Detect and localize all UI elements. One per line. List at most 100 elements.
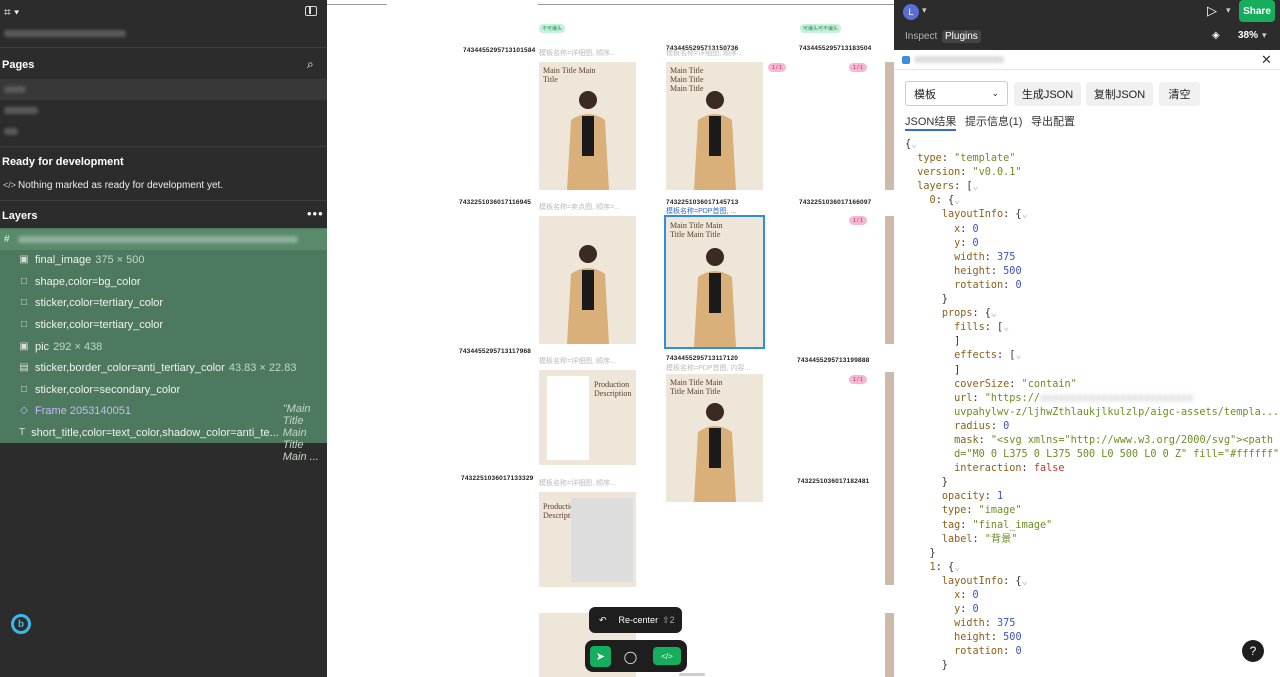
recenter-button[interactable]: ↶ Re-center ⇧2 — [589, 607, 682, 633]
dev-mode-toggle-icon[interactable]: </> — [653, 647, 681, 665]
template-id: 7432251036017182481 — [797, 478, 870, 485]
template-caption: 模板名称=卖点图, 顺序=... — [539, 204, 620, 211]
plugin-logo-icon[interactable]: b — [11, 614, 31, 634]
card-title: Production Description — [543, 502, 581, 520]
chevron-down-icon[interactable]: ▾ — [922, 5, 927, 16]
generate-json-button[interactable]: 生成JSON — [1014, 82, 1081, 106]
layer-meta: "Main Title Main Title Main ... — [282, 402, 319, 463]
layer-item[interactable]: □ sticker,color=secondary_color — [0, 379, 327, 400]
model-image — [694, 403, 736, 502]
rectangle-icon: □ — [20, 319, 28, 330]
component-icon: ◇ — [20, 405, 28, 416]
layer-label: pic — [35, 340, 50, 353]
layer-label: final_image — [35, 253, 92, 266]
layers-panel: ⌗ ▾ Pages ⌕ Ready for development </> No… — [0, 0, 327, 677]
template-caption: 模板名称=详细图, 顺序... — [539, 50, 616, 57]
layer-label: short_title,color=text_color,shadow_colo… — [31, 426, 279, 439]
template-card[interactable]: Main Title Main Title Main Title — [666, 62, 763, 190]
template-id: 7434455295713199888 — [797, 357, 870, 364]
file-header: ⌗ ▾ — [0, 0, 327, 48]
more-icon[interactable]: ••• — [307, 206, 324, 221]
template-card[interactable]: Main Title Main Title Main Title — [666, 374, 763, 502]
page-badge: 1 / 1 — [849, 216, 867, 225]
ready-message: Nothing marked as ready for development … — [18, 180, 224, 191]
chevron-down-icon: ⌄ — [991, 88, 999, 98]
layer-item[interactable]: □ shape,color=bg_color — [0, 271, 327, 292]
page-badge: 1 / 1 — [849, 63, 867, 72]
tab-json-result[interactable]: JSON结果 — [905, 113, 957, 131]
template-id: 7432251036017166097 — [799, 199, 872, 206]
inspect-panel: L ▾ ▷ ▾ Share Inspect Plugins ◈ 38% ▾ ✕ … — [894, 0, 1280, 677]
tab-inspect[interactable]: Inspect — [905, 31, 937, 42]
layer-item[interactable]: ▤ sticker,border_color=anti_tertiary_col… — [0, 357, 327, 378]
undo-arrow-icon: ↶ — [599, 614, 607, 625]
tab-export-config[interactable]: 导出配置 — [1031, 113, 1075, 129]
template-id: 7432251036017145713 — [666, 199, 739, 206]
status-tag: 可编头可不编头 — [800, 24, 842, 33]
rectangle-icon: □ — [20, 276, 28, 287]
model-image — [567, 91, 609, 190]
template-select[interactable]: 模板 ⌄ — [905, 81, 1008, 106]
copy-json-button[interactable]: 复制JSON — [1086, 82, 1153, 106]
frame-icon: # — [4, 234, 10, 245]
layer-label: sticker,color=secondary_color — [35, 383, 181, 396]
file-name[interactable] — [4, 30, 126, 37]
template-card[interactable]: Production Description — [539, 492, 636, 587]
page-badge: 1 / 1 — [768, 63, 786, 72]
avatar[interactable]: L — [903, 4, 919, 20]
comment-tool-icon[interactable]: ◯ — [620, 646, 641, 667]
template-card[interactable] — [539, 216, 636, 344]
tab-hints[interactable]: 提示信息(1) — [965, 113, 1022, 129]
plugin-icon — [902, 56, 910, 64]
layer-item[interactable]: ▣ pic 292 × 438 — [0, 336, 327, 357]
rectangle-icon: □ — [20, 297, 28, 308]
share-button[interactable]: Share — [1239, 0, 1275, 22]
pages-heading: Pages — [2, 59, 35, 71]
main-menu-icon[interactable]: ⌗ ▾ — [4, 5, 19, 20]
page-item[interactable] — [0, 100, 327, 121]
layer-item[interactable]: T short_title,color=text_color,shadow_co… — [0, 403, 327, 463]
model-image — [567, 245, 609, 344]
tab-plugins[interactable]: Plugins — [942, 30, 981, 43]
layer-root-frame[interactable]: # — [0, 229, 327, 250]
page-item[interactable] — [0, 121, 327, 142]
page-item[interactable] — [0, 79, 327, 100]
search-icon[interactable]: ⌕ — [307, 57, 314, 72]
page-badge: 1 / 1 — [849, 375, 867, 384]
status-tag: 不可编头 — [539, 24, 566, 33]
chevron-down-icon[interactable]: ▾ — [1226, 5, 1231, 16]
play-icon[interactable]: ▷ — [1207, 3, 1217, 19]
template-id: 7432251036017116945 — [459, 199, 532, 206]
layer-label: sticker,color=tertiary_color — [35, 318, 164, 331]
card-title: Production Description — [594, 380, 632, 398]
template-card[interactable]: Main Title Main Title — [539, 62, 636, 190]
layer-item[interactable]: ◇ Frame 2053140051 — [0, 400, 327, 421]
chevron-down-icon[interactable]: ▾ — [1262, 30, 1267, 41]
layer-item[interactable]: ▣ final_image 375 × 500 — [0, 249, 327, 270]
rectangle-icon: □ — [20, 384, 28, 395]
divider — [0, 200, 327, 201]
json-output[interactable]: {⌄ type: "template" version: "v0.0.1" la… — [905, 138, 1280, 674]
template-caption: 模板名称=详细图, 顺序... — [539, 480, 616, 487]
help-button[interactable]: ? — [1242, 640, 1264, 662]
close-icon[interactable]: ✕ — [1261, 52, 1272, 68]
layer-meta: 43.83 × 22.83 — [228, 361, 297, 374]
layer-item[interactable]: □ sticker,color=tertiary_color — [0, 292, 327, 313]
move-tool-icon[interactable]: ➤ — [590, 646, 611, 667]
template-card[interactable]: Production Description — [539, 370, 636, 465]
template-id: 7434455295713117968 — [459, 348, 532, 355]
image-icon: ▣ — [19, 254, 29, 265]
scrollbar[interactable] — [679, 673, 705, 676]
clear-button[interactable]: 清空 — [1159, 82, 1200, 106]
layer-item[interactable]: □ sticker,color=tertiary_color — [0, 314, 327, 335]
shield-icon[interactable]: ◈ — [1212, 30, 1220, 41]
layer-label: Frame 2053140051 — [35, 404, 132, 417]
layer-meta: 292 × 438 — [53, 340, 103, 353]
template-id: 7434455295713117120 — [666, 355, 739, 362]
panel-toggle-icon[interactable] — [305, 6, 317, 16]
zoom-level[interactable]: 38% — [1238, 30, 1258, 41]
selected-template-card[interactable]: Main Title Main Title Main Title — [664, 215, 765, 349]
canvas[interactable]: 不可编头 可编头可不编头 7434455295713101584 7434455… — [327, 0, 894, 677]
layers-heading: Layers — [2, 210, 38, 222]
ready-heading: Ready for development — [2, 156, 124, 168]
